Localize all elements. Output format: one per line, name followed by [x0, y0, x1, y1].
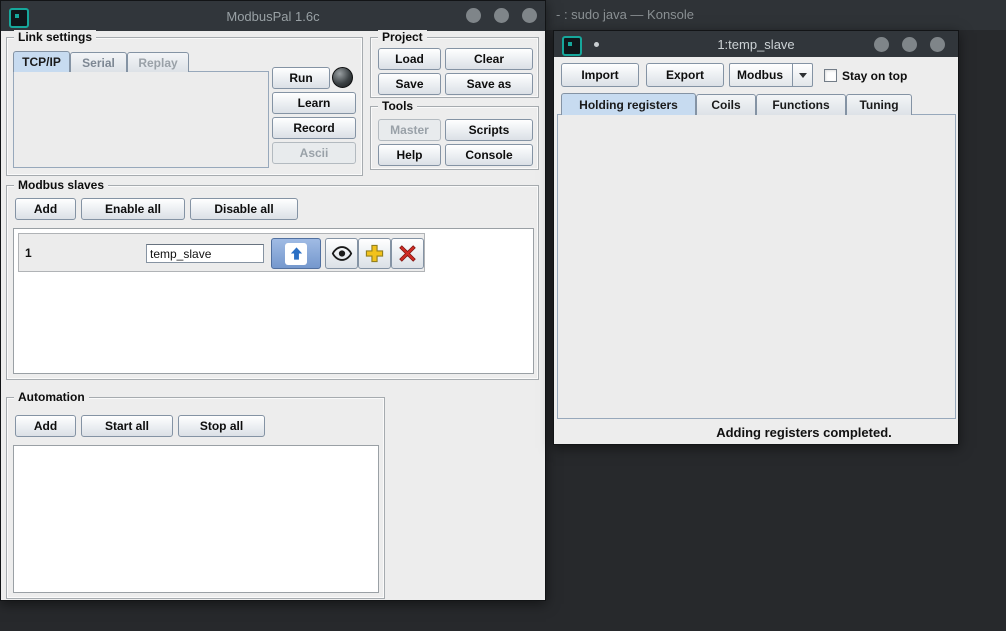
chevron-down-icon	[792, 64, 812, 86]
console-button[interactable]: Console	[445, 144, 533, 166]
up-arrow-icon	[285, 243, 307, 265]
status-message: Adding registers completed.	[654, 425, 954, 440]
stay-on-top-label[interactable]: Stay on top	[842, 69, 907, 83]
stay-on-top-checkbox[interactable]	[824, 69, 837, 82]
tools-title: Tools	[378, 99, 417, 114]
import-button[interactable]: Import	[561, 63, 639, 87]
slave-row: 1	[18, 233, 425, 272]
record-button[interactable]: Record	[272, 117, 356, 139]
master-button[interactable]: Master	[378, 119, 441, 141]
help-button[interactable]: Help	[378, 144, 441, 166]
tab-replay[interactable]: Replay	[127, 52, 189, 72]
close-icon[interactable]	[522, 8, 537, 23]
run-button[interactable]: Run	[272, 67, 330, 89]
link-settings-title: Link settings	[14, 30, 96, 45]
modbus-mode-value: Modbus	[730, 64, 792, 86]
link-status-led-icon	[332, 67, 353, 88]
modbus-mode-select[interactable]: Modbus	[729, 63, 813, 87]
app-icon	[562, 36, 582, 56]
window-title: ModbusPal 1.6c	[1, 9, 545, 24]
slave-name-input[interactable]	[146, 244, 264, 263]
plus-icon	[365, 244, 384, 263]
modbuspal-window: ModbusPal 1.6c Link settings TCP/IP Seri…	[0, 0, 546, 601]
tab-coils[interactable]: Coils	[696, 94, 756, 115]
save-as-button[interactable]: Save as	[445, 73, 533, 95]
tcpip-panel	[13, 71, 269, 168]
stop-all-button[interactable]: Stop all	[178, 415, 265, 437]
slaves-list: 1	[13, 228, 534, 374]
konsole-title: - : sudo java — Konsole	[556, 0, 694, 30]
minimize-icon[interactable]	[466, 8, 481, 23]
tab-functions[interactable]: Functions	[756, 94, 846, 115]
window-controls	[466, 8, 537, 23]
disable-all-button[interactable]: Disable all	[190, 198, 298, 220]
holding-registers-panel	[557, 114, 956, 419]
load-button[interactable]: Load	[378, 48, 441, 70]
automation-list	[13, 445, 379, 593]
learn-button[interactable]: Learn	[272, 92, 356, 114]
add-automation-binding-button[interactable]	[358, 238, 391, 269]
x-icon	[399, 245, 416, 262]
maximize-icon[interactable]	[902, 37, 917, 52]
tab-serial[interactable]: Serial	[70, 52, 127, 72]
slave-titlebar[interactable]: 1:temp_slave	[554, 31, 958, 57]
minimize-icon[interactable]	[874, 37, 889, 52]
close-icon[interactable]	[930, 37, 945, 52]
save-button[interactable]: Save	[378, 73, 441, 95]
export-button[interactable]: Export	[646, 63, 724, 87]
scripts-button[interactable]: Scripts	[445, 119, 533, 141]
clear-button[interactable]: Clear	[445, 48, 533, 70]
eye-icon	[331, 245, 353, 262]
modbus-slaves-title: Modbus slaves	[14, 178, 108, 193]
app-icon	[9, 8, 29, 28]
slave-editor-window: 1:temp_slave Import Export Modbus Stay o…	[553, 30, 959, 445]
add-slave-button[interactable]: Add	[15, 198, 76, 220]
tab-tuning[interactable]: Tuning	[846, 94, 912, 115]
add-automation-button[interactable]: Add	[15, 415, 76, 437]
slave-id: 1	[25, 246, 32, 260]
tab-tcpip[interactable]: TCP/IP	[13, 51, 70, 72]
delete-slave-button[interactable]	[391, 238, 424, 269]
enable-all-button[interactable]: Enable all	[81, 198, 185, 220]
maximize-icon[interactable]	[494, 8, 509, 23]
window-controls	[874, 37, 945, 52]
start-all-button[interactable]: Start all	[81, 415, 173, 437]
project-title: Project	[378, 30, 427, 45]
automation-title: Automation	[14, 390, 89, 405]
view-slave-button[interactable]	[325, 238, 358, 269]
enable-slave-button[interactable]	[271, 238, 321, 269]
tab-holding-registers[interactable]: Holding registers	[561, 93, 696, 115]
titlebar-dot-icon	[594, 42, 599, 47]
ascii-button[interactable]: Ascii	[272, 142, 356, 164]
modbuspal-titlebar[interactable]: ModbusPal 1.6c	[1, 1, 545, 31]
